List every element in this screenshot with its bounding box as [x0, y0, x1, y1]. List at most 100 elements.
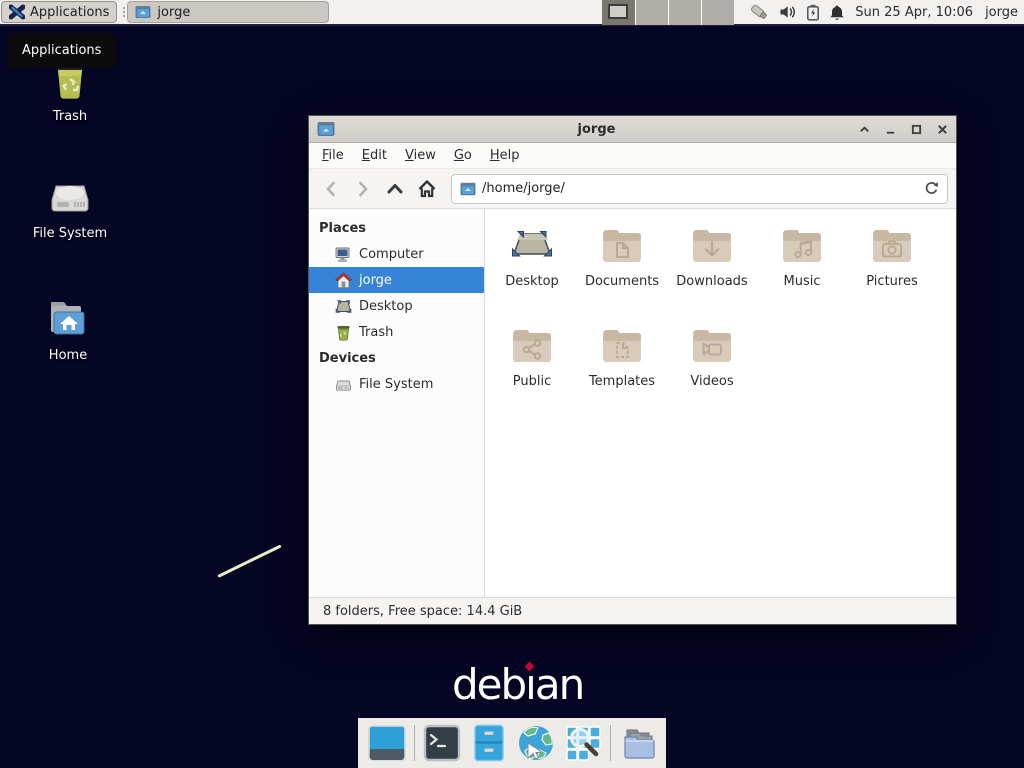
home-button[interactable]	[413, 175, 441, 203]
dock-terminal-button[interactable]	[422, 723, 462, 763]
downloads-folder-icon	[688, 221, 736, 269]
file-tile-desktop[interactable]: Desktop	[487, 221, 577, 313]
volume-tray-icon[interactable]	[779, 4, 797, 20]
wordmark-i: ı	[525, 660, 535, 709]
titlebar[interactable]: jorge	[309, 116, 956, 143]
home-icon	[335, 272, 352, 289]
desktop-icon-label: File System	[22, 226, 118, 241]
taskbar-window-button[interactable]: jorge	[127, 1, 329, 23]
videos-folder-icon	[688, 321, 736, 369]
sidebar-item-computer[interactable]: Computer	[309, 241, 484, 267]
dock	[358, 718, 666, 768]
file-label: Videos	[690, 374, 733, 389]
workspace-2[interactable]	[635, 0, 668, 25]
trash-small-icon	[335, 324, 352, 341]
dock-directory-menu-button[interactable]	[618, 723, 658, 763]
dock-app-finder-button[interactable]	[563, 723, 603, 763]
desktop-icon-label: Trash	[22, 109, 118, 124]
directory-menu-icon	[619, 724, 657, 762]
workspace-switcher[interactable]	[602, 0, 734, 25]
maximize-button[interactable]	[910, 123, 922, 135]
music-folder-icon	[778, 221, 826, 269]
statusbar: 8 folders, Free space: 14.4 GiB	[309, 597, 956, 624]
dock-separator	[414, 725, 415, 761]
location-bar[interactable]: /home/jorge/	[451, 174, 948, 204]
applications-tooltip: Applications	[7, 33, 116, 68]
panel-username[interactable]: jorge	[985, 5, 1018, 20]
sidebar-item-trash[interactable]: Trash	[309, 319, 484, 345]
minimize-button[interactable]	[884, 123, 896, 135]
file-manager-window: jorge File Edit View Go Help	[308, 115, 957, 625]
web-browser-icon	[516, 723, 556, 763]
public-folder-icon	[508, 321, 556, 369]
back-button[interactable]	[317, 175, 345, 203]
menu-file[interactable]: File	[313, 145, 353, 166]
folder-icon	[135, 5, 151, 19]
workspace-3[interactable]	[668, 0, 701, 25]
sidebar-item-jorge[interactable]: jorge	[309, 267, 484, 293]
file-label: Downloads	[676, 274, 747, 289]
desktop-icon-file-system[interactable]: File System	[22, 172, 118, 241]
sidebar-item-file-system[interactable]: File System	[309, 371, 484, 397]
sidebar-item-label: Trash	[359, 325, 393, 340]
top-panel: Applications jorge	[0, 0, 1024, 26]
menu-go[interactable]: Go	[445, 145, 481, 166]
sidebar-item-label: File System	[359, 377, 433, 392]
notifications-tray-icon[interactable]	[829, 4, 845, 21]
harddisk-small-icon	[335, 376, 352, 393]
file-tile-downloads[interactable]: Downloads	[667, 221, 757, 313]
app-finder-icon	[564, 724, 602, 762]
dock-show-desktop-button[interactable]	[367, 723, 407, 763]
sidebar-item-desktop[interactable]: Desktop	[309, 293, 484, 319]
system-tray	[748, 3, 845, 21]
file-label: Public	[513, 374, 551, 389]
menu-view[interactable]: View	[396, 145, 445, 166]
sidebar-places-header: Places	[309, 215, 484, 241]
panel-clock[interactable]: Sun 25 Apr, 10:06	[855, 5, 973, 20]
file-label: Templates	[589, 374, 655, 389]
templates-folder-icon	[598, 321, 646, 369]
documents-folder-icon	[598, 221, 646, 269]
dock-file-manager-button[interactable]	[469, 723, 509, 763]
terminal-icon	[423, 724, 461, 762]
file-label: Pictures	[866, 274, 917, 289]
shade-button[interactable]	[858, 123, 870, 135]
dock-web-browser-button[interactable]	[516, 723, 556, 763]
menu-edit[interactable]: Edit	[353, 145, 396, 166]
file-tile-music[interactable]: Music	[757, 221, 847, 313]
sidebar-item-label: Desktop	[359, 299, 413, 314]
desktop-icon-home[interactable]: Home	[20, 294, 116, 363]
location-path[interactable]: /home/jorge/	[482, 181, 918, 196]
menubar: File Edit View Go Help	[309, 143, 956, 169]
computer-icon	[335, 246, 352, 263]
desktop-special-icon	[508, 221, 556, 269]
file-tile-templates[interactable]: Templates	[577, 321, 667, 413]
harddisk-icon	[46, 172, 94, 220]
reload-icon[interactable]	[924, 181, 939, 196]
menu-help[interactable]: Help	[481, 145, 529, 166]
file-tile-pictures[interactable]: Pictures	[847, 221, 937, 313]
battery-tray-icon[interactable]	[806, 4, 820, 21]
close-button[interactable]	[936, 123, 948, 135]
file-tile-documents[interactable]: Documents	[577, 221, 667, 313]
sidebar-devices-header: Devices	[309, 345, 484, 371]
path-folder-icon	[460, 182, 476, 196]
desktop-icon	[335, 298, 352, 315]
applications-button[interactable]: Applications	[1, 1, 117, 23]
file-grid: Desktop Documents	[485, 209, 956, 597]
stylus-tray-icon[interactable]	[748, 3, 770, 21]
workspace-1[interactable]	[602, 0, 635, 25]
sidebar-item-label: Computer	[359, 247, 424, 262]
window-title: jorge	[341, 122, 852, 137]
forward-button[interactable]	[349, 175, 377, 203]
panel-handle[interactable]	[120, 2, 127, 22]
workspace-4[interactable]	[701, 0, 734, 25]
file-tile-videos[interactable]: Videos	[667, 321, 757, 413]
pictures-folder-icon	[868, 221, 916, 269]
xfce-logo-icon	[9, 4, 25, 20]
sidebar-item-label: jorge	[359, 273, 392, 288]
stray-line-artifact	[217, 544, 281, 577]
file-tile-public[interactable]: Public	[487, 321, 577, 413]
up-button[interactable]	[381, 175, 409, 203]
workspace-window-preview	[608, 4, 628, 19]
